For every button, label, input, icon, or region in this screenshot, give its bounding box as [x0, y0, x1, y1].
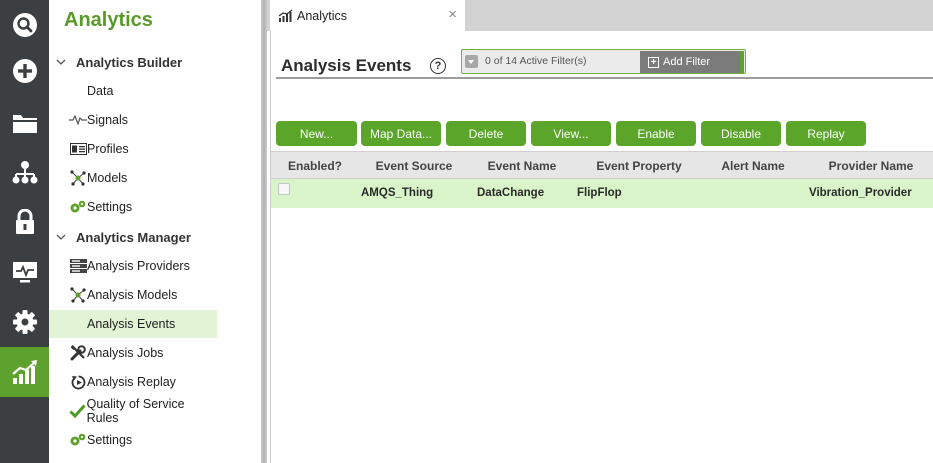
cell-event-name: DataChange [477, 187, 545, 199]
checkmark-icon [69, 403, 87, 419]
main-content: Analysis Events ? 0 of 14 Active Filter(… [270, 31, 933, 463]
add-filter-label: Add Filter [663, 56, 711, 68]
nav-item-label: Profiles [87, 142, 129, 156]
server-stack-icon [69, 258, 87, 274]
nav-section-label: Analytics Manager [76, 229, 191, 245]
filter-status: 0 of 14 Active Filter(s) [485, 55, 587, 67]
analytics-chart-icon [278, 9, 293, 22]
add-filter-button[interactable]: + Add Filter [640, 51, 741, 73]
nav-item-analysis-replay[interactable]: Analysis Replay [49, 368, 217, 396]
column-header-event-property[interactable]: Event Property [589, 159, 689, 173]
nav-item-profiles[interactable]: Profiles [49, 135, 217, 163]
page-title: Analysis Events [281, 56, 412, 75]
model-network-icon [69, 170, 87, 186]
column-header-event-source[interactable]: Event Source [371, 159, 457, 173]
tools-icon [69, 345, 87, 361]
grid-header: Enabled? Event Source Event Name Event P… [271, 151, 933, 179]
column-header-alert-name[interactable]: Alert Name [715, 159, 791, 173]
map-data-button[interactable]: Map Data... [361, 121, 441, 146]
nav-section-label: Analytics Builder [76, 54, 183, 70]
rail-search-button[interactable] [0, 0, 49, 50]
replay-icon [69, 374, 87, 390]
settings-gears-icon [69, 199, 87, 215]
nav-item-models[interactable]: Models [49, 164, 217, 192]
nav-item-analysis-providers[interactable]: Analysis Providers [49, 252, 217, 280]
view-button[interactable]: View... [531, 121, 611, 146]
new-button[interactable]: New... [276, 121, 357, 146]
nav-item-analysis-jobs[interactable]: Analysis Jobs [49, 339, 217, 367]
delete-button[interactable]: Delete [446, 121, 526, 146]
folder-icon [12, 115, 37, 133]
rail-security-button[interactable] [0, 197, 49, 247]
cell-event-source: AMQS_Thing [361, 187, 434, 199]
profile-card-icon [69, 141, 87, 157]
app-icon-rail [0, 0, 49, 463]
nav-item-data[interactable]: Data [49, 77, 217, 105]
rail-settings-button[interactable] [0, 297, 49, 347]
panel-splitter[interactable] [261, 0, 267, 463]
settings-gears-icon [69, 432, 87, 448]
plus-icon: + [648, 56, 659, 68]
nav-item-label: Data [87, 84, 114, 98]
nav-item-analysis-events[interactable]: Analysis Events [49, 310, 217, 338]
nav-item-builder-settings[interactable]: Settings [49, 193, 217, 221]
splitter-grip[interactable] [263, 0, 265, 463]
hierarchy-icon [12, 161, 37, 184]
nav-item-manager-settings[interactable]: Settings [49, 426, 217, 454]
rail-monitor-button[interactable] [0, 247, 49, 297]
disable-button[interactable]: Disable [701, 121, 781, 146]
nav-item-label: Analysis Replay [87, 375, 176, 389]
monitor-icon [12, 262, 37, 283]
rail-add-button[interactable] [0, 46, 49, 96]
cell-provider-name: Vibration_Provider [809, 187, 912, 199]
enabled-checkbox[interactable] [278, 183, 290, 195]
nav-item-label: Models [87, 171, 128, 185]
nav-item-label: Settings [87, 200, 133, 214]
table-row[interactable]: AMQS_Thing DataChange FlipFlop Vibration… [271, 179, 933, 208]
nav-section-analytics-manager[interactable]: Analytics Manager [55, 226, 191, 248]
nav-item-analysis-models[interactable]: Analysis Models [49, 281, 217, 309]
help-icon[interactable]: ? [430, 58, 446, 74]
rail-analytics-button[interactable] [0, 347, 49, 397]
lock-icon [15, 209, 34, 234]
enable-button[interactable]: Enable [616, 121, 696, 146]
nav-title: Analytics [64, 9, 153, 31]
tab-strip: Analytics × [267, 0, 933, 31]
nav-section-analytics-builder[interactable]: Analytics Builder [55, 51, 182, 73]
filter-bar: 0 of 14 Active Filter(s) + Add Filter [461, 49, 746, 74]
chevron-down-icon [56, 234, 66, 240]
chevron-down-icon [56, 59, 66, 65]
nav-item-label: Analysis Events [87, 317, 176, 331]
column-header-event-name[interactable]: Event Name [481, 159, 563, 173]
cell-event-property: FlipFlop [577, 187, 622, 199]
nav-item-label: Quality of Service Rules [86, 397, 185, 425]
search-icon [12, 13, 37, 37]
nav-item-quality-of-service-rules[interactable]: Quality of Service Rules [49, 397, 217, 425]
column-header-provider-name[interactable]: Provider Name [825, 159, 917, 173]
replay-button[interactable]: Replay [786, 121, 866, 146]
rail-hierarchy-button[interactable] [0, 148, 49, 198]
nav-item-label: Settings [87, 433, 133, 447]
column-header-enabled[interactable]: Enabled? [288, 159, 342, 173]
nav-item-signals[interactable]: Signals [49, 106, 217, 134]
analytics-nav-panel: Analytics Analytics Builder Data Signals… [49, 0, 261, 463]
signal-wave-icon [69, 112, 87, 128]
analytics-chart-icon [11, 360, 37, 384]
nav-item-label: Analysis Jobs [87, 346, 164, 360]
title-divider [276, 77, 933, 79]
nav-item-label: Analysis Models [87, 288, 178, 302]
model-network-icon [69, 287, 87, 303]
rail-folder-button[interactable] [0, 98, 49, 148]
gear-icon [12, 310, 37, 334]
tab-analytics[interactable]: Analytics × [270, 0, 465, 31]
tab-label: Analytics [297, 8, 348, 23]
filter-bar-end [740, 51, 744, 73]
close-icon[interactable]: × [448, 6, 457, 23]
nav-item-label: Analysis Providers [87, 259, 190, 273]
add-icon [12, 59, 37, 83]
filter-dropdown-icon[interactable] [465, 55, 478, 68]
nav-item-label: Signals [87, 113, 128, 127]
